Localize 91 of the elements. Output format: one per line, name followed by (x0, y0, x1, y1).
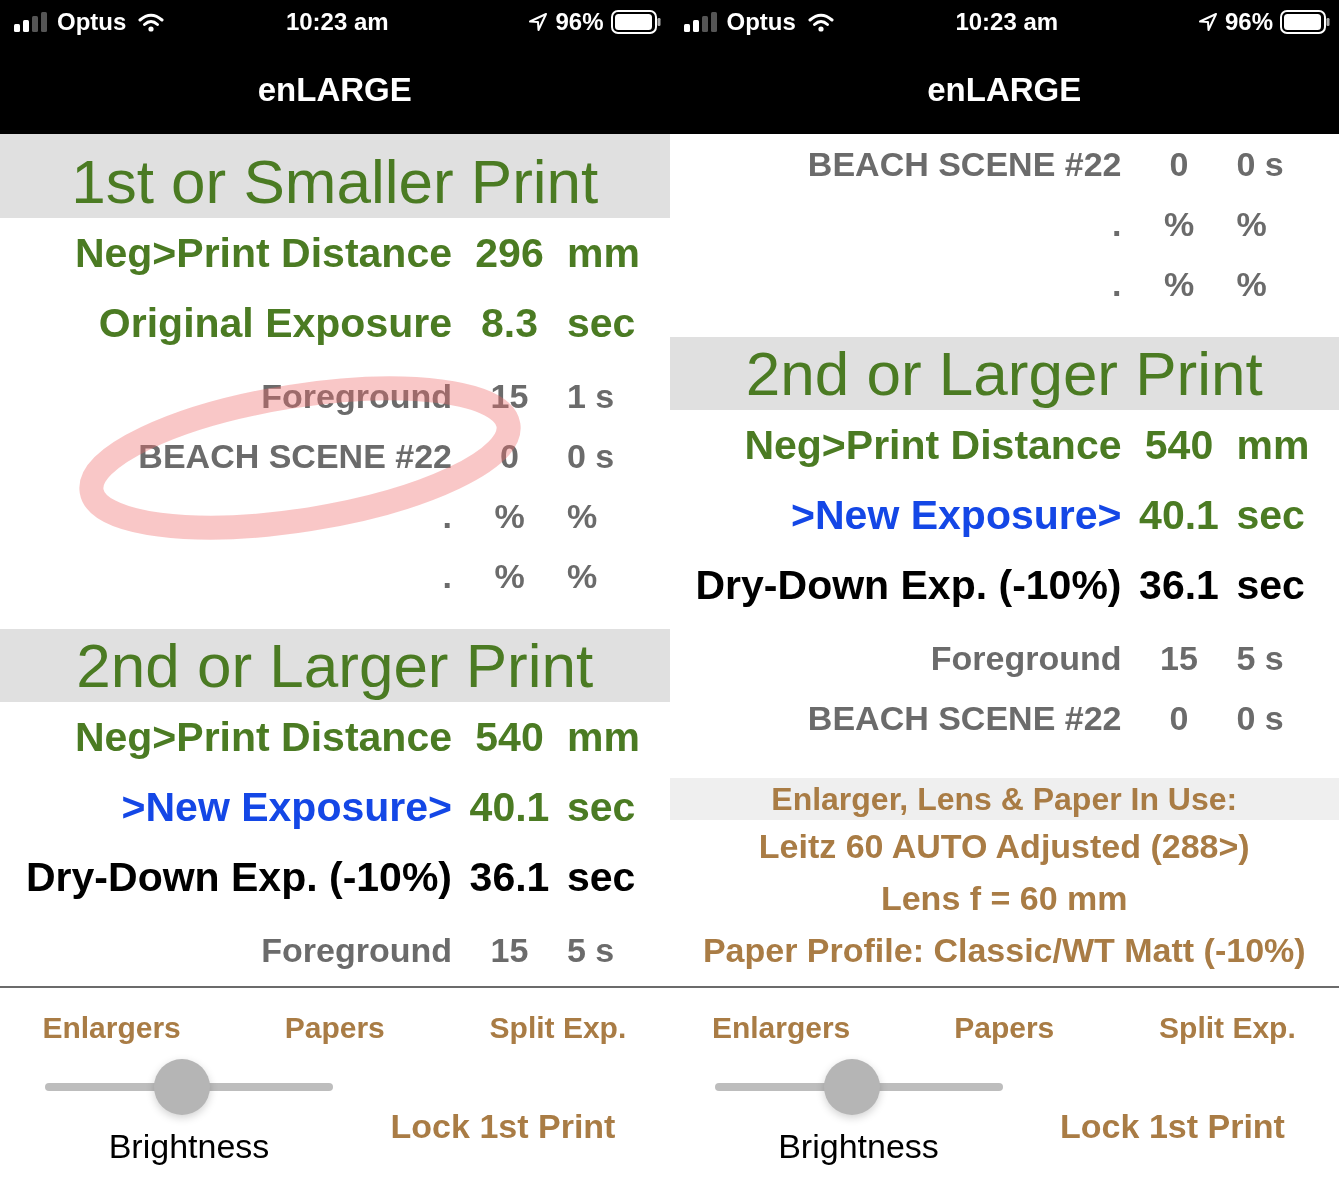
field-value: 540 (1144, 424, 1214, 466)
unit-label: mm (567, 716, 640, 758)
layer-name: . (442, 559, 452, 593)
wifi-icon (807, 12, 834, 32)
location-arrow-icon (528, 12, 549, 32)
field-value: 36.1 (469, 856, 550, 898)
layer-time: 5 s (1236, 641, 1284, 675)
brightness-slider[interactable] (45, 1059, 333, 1115)
layer-time: 0 s (567, 439, 615, 473)
layer-time: % (1236, 207, 1267, 241)
battery-percent: 96% (1224, 10, 1273, 34)
section-header: 2nd or Larger Print (0, 629, 670, 702)
app-title: enLARGE (927, 69, 1082, 110)
toolbar-button[interactable]: Split Exp. (489, 1013, 627, 1043)
slider-label: Brightness (778, 1129, 939, 1163)
layer-time: 1 s (567, 379, 615, 413)
toolbar-button[interactable]: Enlargers (42, 1013, 181, 1043)
layer-name: BEACH SCENE #22 (138, 439, 452, 473)
field-label: Dry-Down Exp. (-10%) (695, 564, 1122, 606)
layer-time: % (567, 559, 598, 593)
wifi-icon (138, 12, 165, 32)
field-label: Neg>Print Distance (74, 232, 452, 274)
battery-percent: 96% (555, 10, 604, 34)
toolbar-button[interactable]: Papers (954, 1013, 1055, 1043)
info-line: Leitz 60 AUTO Adjusted (288>) (758, 829, 1250, 863)
unit-label: sec (1236, 494, 1305, 536)
field-value: 8.3 (481, 302, 538, 344)
layer-name: . (1112, 207, 1122, 241)
layer-value: 0 (1169, 147, 1189, 181)
info-line: Paper Profile: Classic/WT Matt (-10%) (702, 933, 1306, 967)
unit-label: sec (567, 302, 636, 344)
layer-value: 15 (1160, 641, 1198, 675)
section-header: 2nd or Larger Print (669, 337, 1339, 410)
field-value: 36.1 (1139, 564, 1219, 606)
clock-time: 10:23 am (955, 10, 1059, 34)
layer-time: % (567, 499, 598, 533)
layer-name: Foreground (261, 379, 452, 413)
field-label: >New Exposure> (791, 494, 1122, 536)
unit-label: mm (1236, 424, 1310, 466)
field-value: 40.1 (1139, 494, 1219, 536)
unit-label: sec (567, 856, 636, 898)
section-header: 1st or Smaller Print (0, 134, 670, 218)
brightness-slider[interactable] (714, 1059, 1003, 1115)
battery-icon (610, 10, 661, 34)
unit-label: sec (567, 786, 636, 828)
location-arrow-icon (1197, 12, 1218, 32)
field-value: 540 (475, 716, 544, 758)
layer-name: Foreground (930, 641, 1122, 675)
layer-value: % (494, 559, 525, 593)
layer-name: Foreground (261, 933, 452, 967)
layer-name: BEACH SCENE #22 (807, 701, 1122, 735)
slider-thumb[interactable] (823, 1059, 880, 1115)
layer-time: % (1236, 267, 1267, 301)
field-label: Dry-Down Exp. (-10%) (26, 856, 452, 898)
layer-value: % (1163, 207, 1195, 241)
carrier-name: Optus (726, 10, 796, 34)
signal-bars-icon (683, 12, 718, 32)
info-header: Enlarger, Lens & Paper In Use: (669, 778, 1339, 820)
layer-name: BEACH SCENE #22 (807, 147, 1122, 181)
layer-value: 15 (490, 933, 529, 967)
slider-thumb[interactable] (154, 1059, 211, 1115)
field-label: Neg>Print Distance (744, 424, 1122, 466)
field-label: Original Exposure (98, 302, 452, 344)
layer-value: % (1163, 267, 1195, 301)
lock-button[interactable]: Lock 1st Print (390, 1109, 616, 1143)
field-value: 296 (475, 232, 544, 274)
slider-label: Brightness (108, 1129, 270, 1163)
unit-label: mm (567, 232, 640, 274)
layer-name: . (442, 499, 452, 533)
lock-button[interactable]: Lock 1st Print (1060, 1109, 1285, 1143)
info-line: Lens f = 60 mm (880, 881, 1128, 915)
unit-label: sec (1236, 564, 1305, 606)
layer-value: 0 (500, 439, 519, 473)
toolbar-button[interactable]: Papers (284, 1013, 385, 1043)
layer-value: 0 (1169, 701, 1189, 735)
layer-time: 5 s (567, 933, 615, 967)
layer-time: 0 s (1236, 147, 1284, 181)
field-label: >New Exposure> (121, 786, 452, 828)
carrier-name: Optus (57, 10, 127, 34)
layer-time: 0 s (1236, 701, 1284, 735)
toolbar-button[interactable]: Enlargers (711, 1013, 851, 1043)
field-value: 40.1 (469, 786, 550, 828)
field-label: Neg>Print Distance (74, 716, 452, 758)
layer-name: . (1112, 267, 1122, 301)
signal-bars-icon (14, 12, 48, 32)
clock-time: 10:23 am (285, 10, 389, 34)
layer-value: 15 (490, 379, 529, 413)
layer-value: % (494, 499, 525, 533)
app-title: enLARGE (257, 69, 412, 110)
battery-icon (1280, 10, 1330, 34)
toolbar-button[interactable]: Split Exp. (1159, 1013, 1296, 1043)
